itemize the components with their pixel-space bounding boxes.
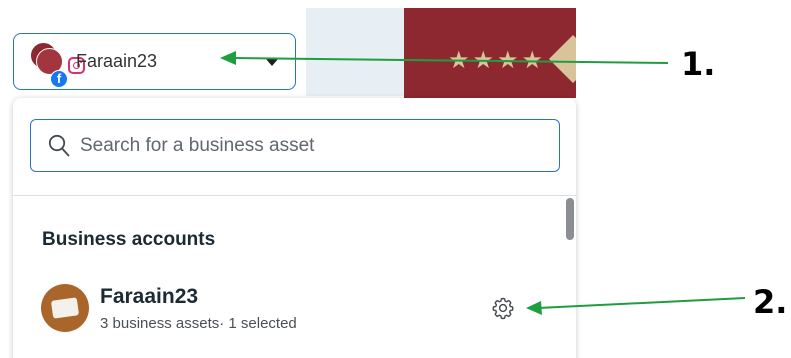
business-account-name: Faraain23 <box>100 285 199 308</box>
gear-icon[interactable] <box>491 296 515 320</box>
selected-account-name: Faraain23 <box>76 51 158 71</box>
chevron-down-icon[interactable] <box>266 59 278 66</box>
business-account-row[interactable]: Faraain23 3 business assets· 1 selected <box>13 276 576 346</box>
account-avatar-stack: f <box>30 42 85 88</box>
stars-decoration: ★★★★ <box>448 46 547 74</box>
background-image-light <box>306 8 404 96</box>
scrollbar[interactable] <box>566 198 574 240</box>
section-heading: Business accounts <box>42 229 216 250</box>
account-dropdown-panel: Business accounts Faraain23 3 business a… <box>13 98 576 358</box>
divider <box>13 195 576 196</box>
facebook-icon: f <box>50 70 68 88</box>
annotation-label-1: 1. <box>681 45 716 83</box>
search-input[interactable] <box>80 132 540 160</box>
diamond-decoration <box>548 34 576 84</box>
search-box[interactable] <box>30 119 560 172</box>
search-icon <box>48 134 70 157</box>
business-account-subtitle: 3 business assets· 1 selected <box>100 315 297 332</box>
account-selector[interactable]: f Faraain23 <box>13 33 296 90</box>
business-avatar-card <box>50 297 80 319</box>
business-avatar <box>41 284 89 332</box>
background-image-banner: ★★★★ <box>404 8 576 98</box>
annotation-label-2: 2. <box>753 283 788 321</box>
